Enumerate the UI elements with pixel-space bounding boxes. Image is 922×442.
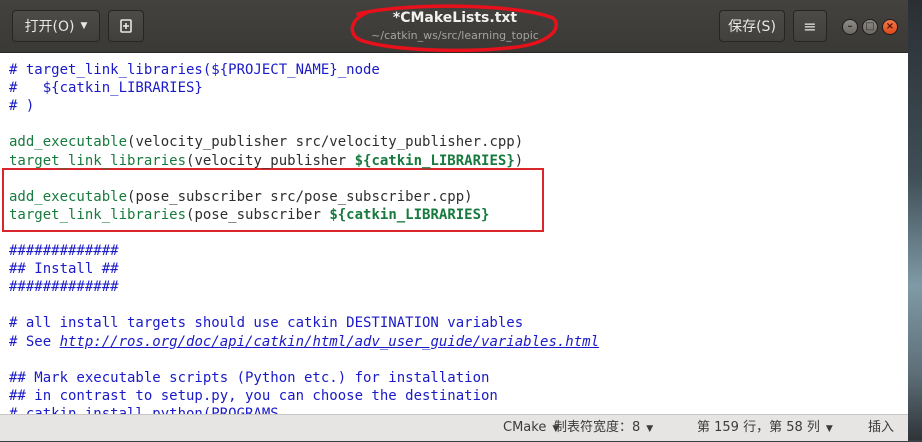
code-line: ## Install ## xyxy=(9,260,119,278)
code-line: # ) xyxy=(9,97,34,115)
code-token: catkin_LIBRARIES xyxy=(346,206,482,223)
code-line: target_link_libraries(velocity_publisher… xyxy=(9,152,523,170)
new-document-button[interactable] xyxy=(108,10,144,42)
status-bar: CMake ▼ 制表符宽度：8 ▼ 第 159 行，第 58 列 ▼ 插入 xyxy=(0,414,908,441)
code-line: add_executable(velocity_publisher src/ve… xyxy=(9,133,523,151)
code-token: } xyxy=(506,152,515,169)
code-token: ${ xyxy=(329,206,347,223)
code-line: # catkin_install_python(PROGRAMS xyxy=(9,405,279,414)
code-token: (velocity_publisher xyxy=(186,152,355,169)
tab-width-label: 制表符宽度：8 xyxy=(554,420,641,435)
code-token: # ) xyxy=(9,98,35,115)
code-token: # See xyxy=(9,333,60,350)
new-document-icon xyxy=(120,19,132,33)
open-button[interactable]: 打开(O) ▼ xyxy=(12,10,100,42)
chevron-down-icon: ▼ xyxy=(646,424,654,434)
code-token: ## Install ## xyxy=(9,261,119,278)
window-title-area: *CMakeLists.txt ~/catkin_ws/src/learning… xyxy=(300,8,610,44)
code-line: # See http://ros.org/doc/api/catkin/html… xyxy=(9,333,599,351)
code-line: # target_link_libraries(${PROJECT_NAME}_… xyxy=(9,61,380,79)
maximize-button[interactable]: □ xyxy=(862,19,878,35)
language-selector[interactable]: CMake ▼ xyxy=(503,415,559,441)
code-token: add_executable xyxy=(9,188,128,205)
language-label: CMake xyxy=(503,420,547,435)
code-line: ############# xyxy=(9,278,119,296)
gedit-window: 打开(O) ▼ *CMakeLists.txt ~/catkin_ws/src/… xyxy=(0,0,908,441)
code-line: ## in contrast to setup.py, you can choo… xyxy=(9,387,498,405)
cursor-position-label: 第 159 行，第 58 列 xyxy=(697,420,820,435)
chevron-down-icon: ▼ xyxy=(80,21,88,31)
code-line: ############# xyxy=(9,242,119,260)
insert-mode-indicator[interactable]: 插入 xyxy=(868,415,894,441)
open-button-label: 打开(O) xyxy=(24,19,75,35)
code-line: # all install targets should use catkin … xyxy=(9,314,523,332)
code-token: ) xyxy=(514,152,524,169)
code-token: ## Mark executable scripts (Python etc.)… xyxy=(9,369,490,386)
desktop-background-strip xyxy=(908,0,922,440)
code-line: ## Mark executable scripts (Python etc.)… xyxy=(9,369,489,387)
code-link[interactable]: http://ros.org/doc/api/catkin/html/adv_u… xyxy=(60,334,599,350)
code-token: ############# xyxy=(9,243,119,259)
code-token: ${ xyxy=(354,152,372,169)
code-token: (pose_subscriber src/pose_subscriber.cpp… xyxy=(127,188,473,205)
code-line: add_executable(pose_subscriber src/pose_… xyxy=(9,188,473,206)
code-line: target_link_libraries(pose_subscriber ${… xyxy=(9,206,489,224)
code-token: ############# xyxy=(9,279,119,296)
code-token: target_link_libraries xyxy=(9,152,187,169)
code-token: (velocity_publisher src/velocity_publish… xyxy=(127,134,524,151)
chevron-down-icon: ▼ xyxy=(825,424,833,434)
hamburger-menu-icon: ≡ xyxy=(803,16,817,36)
code-token: add_executable xyxy=(9,134,128,151)
code-line: # ${catkin_LIBRARIES} xyxy=(9,79,203,97)
code-token: catkin_LIBRARIES xyxy=(371,152,507,169)
text-editor-area[interactable]: # target_link_libraries(${PROJECT_NAME}_… xyxy=(0,53,908,414)
code-token: # all install targets should use catkin … xyxy=(9,315,524,332)
code-token: # catkin_install_python(PROGRAMS xyxy=(9,405,279,414)
tab-width-selector[interactable]: 制表符宽度：8 ▼ xyxy=(554,415,653,441)
menu-button[interactable]: ≡ xyxy=(793,10,827,42)
close-button[interactable]: × xyxy=(882,19,898,35)
code-token: # target_link_libraries(${PROJECT_NAME}_… xyxy=(9,62,380,78)
window-subtitle: ~/catkin_ws/src/learning_topic xyxy=(371,29,539,42)
code-token: (pose_subscriber xyxy=(186,206,330,223)
header-bar: 打开(O) ▼ *CMakeLists.txt ~/catkin_ws/src/… xyxy=(0,0,908,53)
code-token: } xyxy=(481,206,490,223)
code-token: # ${catkin_LIBRARIES} xyxy=(9,80,203,97)
cursor-position-selector[interactable]: 第 159 行，第 58 列 ▼ xyxy=(697,415,833,441)
code-token: ## in contrast to setup.py, you can choo… xyxy=(9,387,498,404)
save-button[interactable]: 保存(S) xyxy=(719,10,785,42)
minimize-button[interactable]: – xyxy=(842,19,858,35)
window-title: *CMakeLists.txt xyxy=(392,10,518,26)
code-token: target_link_libraries xyxy=(9,206,187,223)
